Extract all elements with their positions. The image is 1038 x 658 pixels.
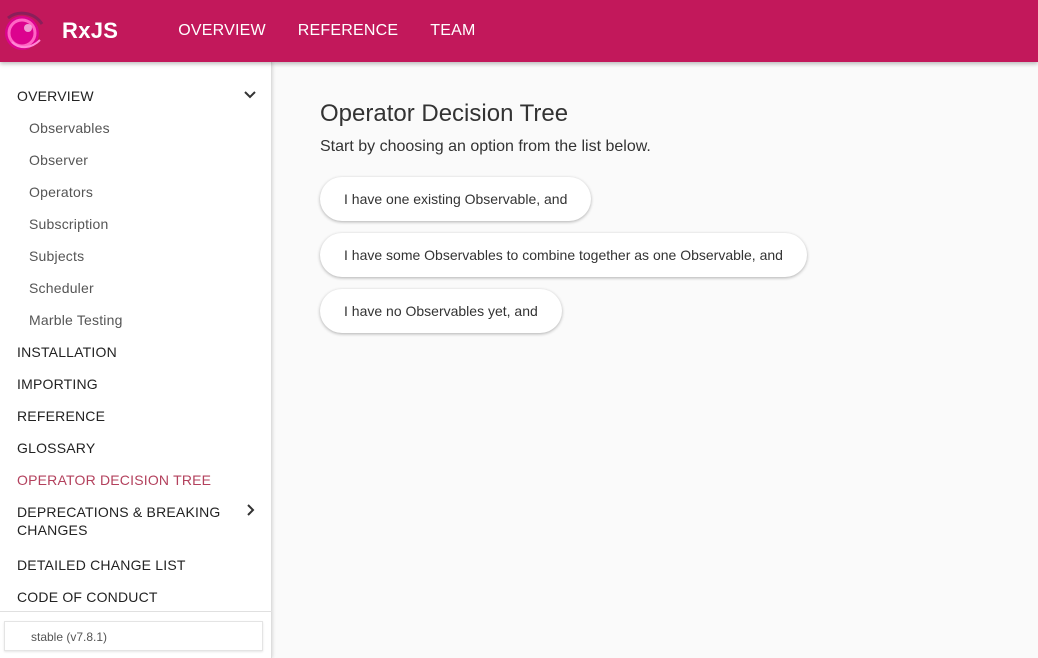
- sidebar-item-operators[interactable]: Operators: [29, 183, 269, 201]
- option-no-observables[interactable]: I have no Observables yet, and: [320, 289, 562, 333]
- option-combine-observables[interactable]: I have some Observables to combine toget…: [320, 233, 807, 277]
- sidebar-nav: OVERVIEW Observables Observer Operators …: [0, 62, 272, 658]
- page-title: Operator Decision Tree: [320, 100, 569, 127]
- sidebar-item-glossary[interactable]: GLOSSARY: [17, 439, 257, 457]
- sidebar-item-reference[interactable]: REFERENCE: [17, 407, 257, 425]
- version-selector[interactable]: stable (v7.8.1): [4, 621, 263, 651]
- option-one-existing-observable[interactable]: I have one existing Observable, and: [320, 177, 592, 221]
- sidebar-item-operator-decision-tree[interactable]: OPERATOR DECISION TREE: [17, 471, 257, 489]
- sidebar-item-observables[interactable]: Observables: [29, 119, 269, 137]
- sidebar-item-scheduler[interactable]: Scheduler: [29, 279, 269, 297]
- nav-overview[interactable]: OVERVIEW: [178, 22, 266, 40]
- chevron-right-icon[interactable]: [241, 501, 259, 519]
- sidebar-item-importing[interactable]: IMPORTING: [17, 375, 257, 393]
- brand-title[interactable]: RxJS: [62, 18, 118, 44]
- sidebar-item-deprecations-line1: DEPRECATIONS & BREAKING: [17, 504, 221, 520]
- chevron-down-icon[interactable]: [241, 86, 259, 104]
- sidebar-item-marble-testing[interactable]: Marble Testing: [29, 311, 269, 329]
- sidebar-item-deprecations[interactable]: DEPRECATIONS & BREAKING CHANGES: [17, 503, 257, 539]
- logo-link[interactable]: RxJS: [2, 6, 118, 56]
- sidebar-item-subscription[interactable]: Subscription: [29, 215, 269, 233]
- sidebar-item-deprecations-line2: CHANGES: [17, 522, 88, 538]
- sidebar-divider: [0, 611, 272, 612]
- intro-text: Start by choosing an option from the lis…: [320, 138, 651, 155]
- top-nav: OVERVIEW REFERENCE TEAM: [178, 22, 507, 40]
- sidebar-item-installation[interactable]: INSTALLATION: [17, 343, 257, 361]
- sidebar-item-overview[interactable]: OVERVIEW: [17, 87, 257, 105]
- sidebar-item-subjects[interactable]: Subjects: [29, 247, 269, 265]
- top-toolbar: RxJS OVERVIEW REFERENCE TEAM: [0, 0, 1038, 62]
- rxjs-logo-icon: [5, 11, 44, 50]
- sidebar-item-observer[interactable]: Observer: [29, 151, 269, 169]
- sidebar-item-code-of-conduct[interactable]: CODE OF CONDUCT: [17, 588, 257, 606]
- nav-team[interactable]: TEAM: [430, 22, 475, 40]
- nav-reference[interactable]: REFERENCE: [298, 22, 398, 40]
- sidebar-item-detailed-change-list[interactable]: DETAILED CHANGE LIST: [17, 556, 257, 574]
